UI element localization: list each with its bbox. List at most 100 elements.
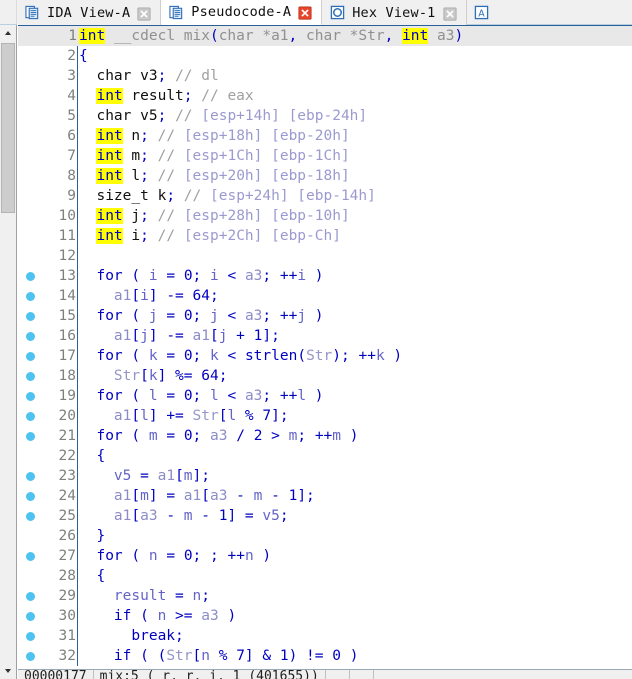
breakpoint-marker-icon[interactable] — [26, 432, 35, 441]
code-line[interactable]: 18 Str[k] %= 64; — [18, 366, 632, 386]
code-line-text[interactable]: int m; // [esp+1Ch] [ebp-1Ch] — [78, 146, 632, 166]
line-gutter[interactable]: 19 — [18, 386, 78, 406]
line-gutter[interactable]: 31 — [18, 626, 78, 646]
code-line[interactable]: 30 if ( n >= a3 ) — [18, 606, 632, 626]
code-line[interactable]: 16 a1[j] -= a1[j + 1]; — [18, 326, 632, 346]
line-gutter[interactable]: 24 — [18, 486, 78, 506]
code-line-text[interactable]: for ( n = 0; ; ++n ) — [78, 546, 632, 566]
line-gutter[interactable]: 16 — [18, 326, 78, 346]
breakpoint-marker-icon[interactable] — [26, 392, 35, 401]
line-gutter[interactable]: 26 — [18, 526, 78, 546]
code-line-text[interactable]: break; — [78, 626, 632, 646]
breakpoint-marker-icon[interactable] — [26, 592, 35, 601]
tab-hex-view-1[interactable]: Hex View-1 — [322, 0, 467, 25]
breakpoint-marker-icon[interactable] — [26, 352, 35, 361]
line-gutter[interactable]: 2 — [18, 46, 78, 66]
scroll-down-button[interactable] — [0, 663, 16, 679]
close-icon[interactable] — [137, 6, 151, 21]
code-line-text[interactable]: { — [78, 46, 632, 66]
code-line-text[interactable]: } — [78, 526, 632, 546]
code-line-text[interactable]: { — [78, 446, 632, 466]
code-line-text[interactable]: int __cdecl mix(char *a1, char *Str, int… — [78, 26, 632, 46]
code-line-text[interactable]: result = n; — [78, 586, 632, 606]
line-gutter[interactable]: 21 — [18, 426, 78, 446]
code-line-text[interactable]: if ( (Str[n % 7] & 1) != 0 ) — [78, 646, 632, 666]
line-gutter[interactable]: 29 — [18, 586, 78, 606]
line-gutter[interactable]: 11 — [18, 226, 78, 246]
line-gutter[interactable]: 4 — [18, 86, 78, 106]
code-line[interactable]: 28 { — [18, 566, 632, 586]
line-gutter[interactable]: 27 — [18, 546, 78, 566]
tab-ida-view-a[interactable]: IDA View-A — [17, 0, 162, 25]
line-gutter[interactable]: 32 — [18, 646, 78, 666]
code-line-text[interactable]: int result; // eax — [78, 86, 632, 106]
code-line[interactable]: 2{ — [18, 46, 632, 66]
code-line-text[interactable]: a1[m] = a1[a3 - m - 1]; — [78, 486, 632, 506]
code-line[interactable]: 11 int i; // [esp+2Ch] [ebp-Ch] — [18, 226, 632, 246]
breakpoint-marker-icon[interactable] — [26, 492, 35, 501]
code-line-text[interactable]: v5 = a1[m]; — [78, 466, 632, 486]
code-line[interactable]: 4 int result; // eax — [18, 86, 632, 106]
code-line[interactable]: 1 int __cdecl mix(char *a1, char *Str, in… — [18, 26, 632, 46]
code-line[interactable]: 25 a1[a3 - m - 1] = v5; — [18, 506, 632, 526]
code-line[interactable]: 12 — [18, 246, 632, 266]
breakpoint-marker-icon[interactable] — [26, 272, 35, 281]
code-line-text[interactable]: a1[l] += Str[l % 7]; — [78, 406, 632, 426]
line-gutter[interactable]: 3 — [18, 66, 78, 86]
breakpoint-marker-icon[interactable] — [26, 292, 35, 301]
code-line-text[interactable]: size_t k; // [esp+24h] [ebp-14h] — [78, 186, 632, 206]
code-line[interactable]: 22 { — [18, 446, 632, 466]
line-gutter[interactable]: 13 — [18, 266, 78, 286]
code-line-text[interactable]: for ( j = 0; j < a3; ++j ) — [78, 306, 632, 326]
breakpoint-marker-icon[interactable] — [26, 512, 35, 521]
tab-pseudocode-a[interactable]: Pseudocode-A — [161, 0, 323, 25]
scroll-up-button[interactable] — [0, 25, 16, 41]
code-line[interactable]: 26 } — [18, 526, 632, 546]
code-line[interactable]: 21 for ( m = 0; a3 / 2 > m; ++m ) — [18, 426, 632, 446]
code-line[interactable]: 15 for ( j = 0; j < a3; ++j ) — [18, 306, 632, 326]
breakpoint-marker-icon[interactable] — [26, 612, 35, 621]
code-line-text[interactable]: a1[a3 - m - 1] = v5; — [78, 506, 632, 526]
close-icon[interactable] — [442, 6, 457, 21]
code-line-text[interactable]: for ( l = 0; l < a3; ++l ) — [78, 386, 632, 406]
line-gutter[interactable]: 6 — [18, 126, 78, 146]
vertical-scrollbar[interactable] — [0, 25, 17, 679]
code-line[interactable]: 17 for ( k = 0; k < strlen(Str); ++k ) — [18, 346, 632, 366]
line-gutter[interactable]: 7 — [18, 146, 78, 166]
line-gutter[interactable]: 20 — [18, 406, 78, 426]
line-gutter[interactable]: 14 — [18, 286, 78, 306]
code-line[interactable]: 31 break; — [18, 626, 632, 646]
breakpoint-marker-icon[interactable] — [26, 632, 35, 641]
code-line[interactable]: 7 int m; // [esp+1Ch] [ebp-1Ch] — [18, 146, 632, 166]
scrollbar-thumb[interactable] — [1, 43, 15, 213]
code-line-text[interactable]: int n; // [esp+18h] [ebp-20h] — [78, 126, 632, 146]
breakpoint-marker-icon[interactable] — [26, 552, 35, 561]
line-gutter[interactable]: 10 — [18, 206, 78, 226]
breakpoint-marker-icon[interactable] — [26, 652, 35, 661]
line-gutter[interactable]: 8 — [18, 166, 78, 186]
line-gutter[interactable]: 30 — [18, 606, 78, 626]
line-gutter[interactable]: 1 — [18, 26, 78, 46]
breakpoint-marker-icon[interactable] — [26, 472, 35, 481]
code-line-text[interactable]: { — [78, 566, 632, 586]
line-gutter[interactable]: 23 — [18, 466, 78, 486]
line-gutter[interactable]: 25 — [18, 506, 78, 526]
breakpoint-marker-icon[interactable] — [26, 412, 35, 421]
code-line-text[interactable]: for ( m = 0; a3 / 2 > m; ++m ) — [78, 426, 632, 446]
code-line-text[interactable]: int l; // [esp+20h] [ebp-18h] — [78, 166, 632, 186]
code-line[interactable]: 14 a1[i] -= 64; — [18, 286, 632, 306]
code-line[interactable]: 13 for ( i = 0; i < a3; ++i ) — [18, 266, 632, 286]
breakpoint-marker-icon[interactable] — [26, 332, 35, 341]
code-line[interactable]: 29 result = n; — [18, 586, 632, 606]
code-line-text[interactable]: a1[i] -= 64; — [78, 286, 632, 306]
code-line[interactable]: 23 v5 = a1[m]; — [18, 466, 632, 486]
line-gutter[interactable]: 12 — [18, 246, 78, 266]
code-line[interactable]: 27 for ( n = 0; ; ++n ) — [18, 546, 632, 566]
close-icon[interactable] — [298, 5, 312, 20]
code-line[interactable]: 32 if ( (Str[n % 7] & 1) != 0 ) — [18, 646, 632, 666]
code-line-text[interactable]: Str[k] %= 64; — [78, 366, 632, 386]
line-gutter[interactable]: 18 — [18, 366, 78, 386]
code-line-text[interactable]: char v3; // dl — [78, 66, 632, 86]
pseudocode-editor[interactable]: 1 int __cdecl mix(char *a1, char *Str, in… — [18, 25, 632, 679]
code-line[interactable]: 3 char v3; // dl — [18, 66, 632, 86]
